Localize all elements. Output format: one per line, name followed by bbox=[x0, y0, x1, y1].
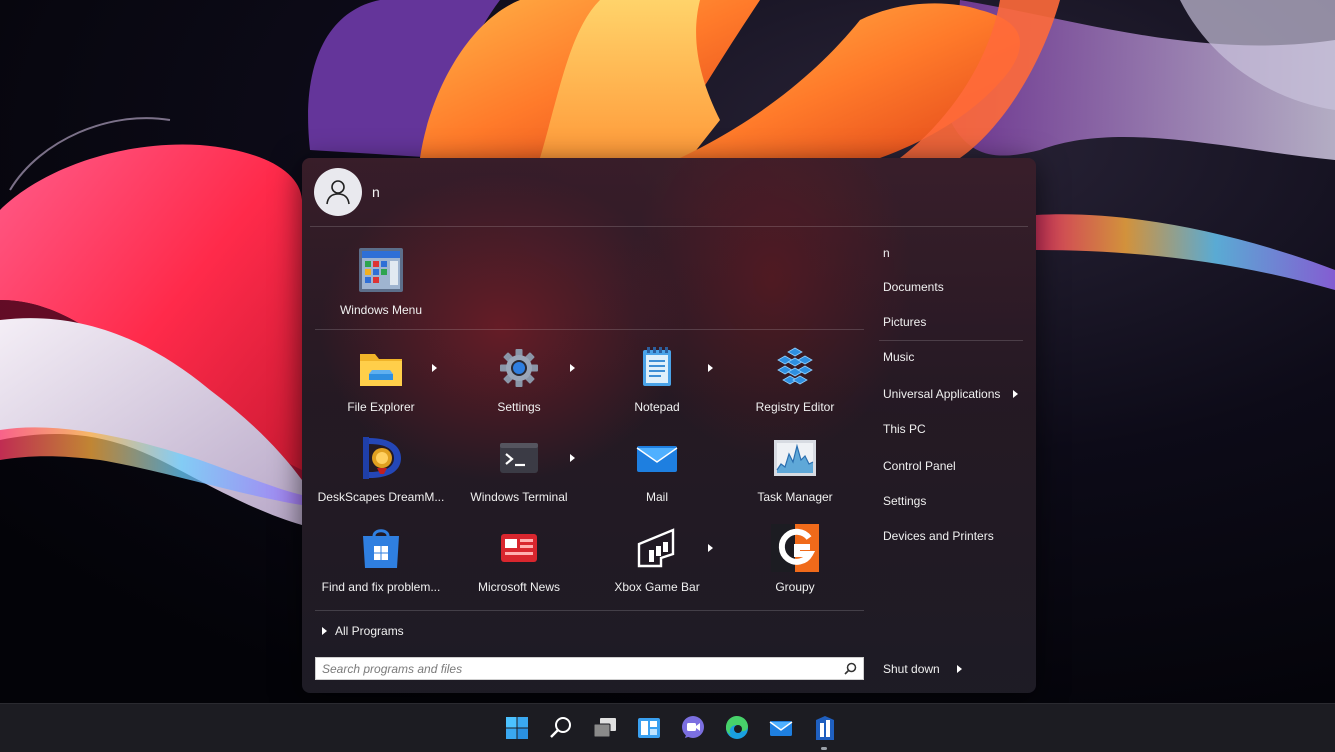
notepad-icon bbox=[643, 347, 671, 386]
start-menu: n Windows Menu File Explorer Settings No… bbox=[302, 158, 1036, 693]
pinned-divider bbox=[315, 329, 864, 330]
mail-icon[interactable] bbox=[767, 714, 795, 742]
app-groupy[interactable]: Groupy bbox=[728, 524, 862, 602]
search-icon[interactable] bbox=[547, 714, 575, 742]
teams-chat-icon[interactable] bbox=[679, 714, 707, 742]
app-label: File Explorer bbox=[347, 400, 415, 414]
search-box[interactable] bbox=[315, 657, 864, 680]
sidebar-item-devices-and-printers[interactable]: Devices and Printers bbox=[883, 529, 1023, 543]
shutdown-button[interactable]: Shut down bbox=[883, 662, 940, 676]
app-windows-terminal[interactable]: Windows Terminal bbox=[452, 434, 586, 512]
task-manager-icon bbox=[774, 440, 816, 476]
start-icon[interactable] bbox=[503, 714, 531, 742]
expand-arrow-icon bbox=[322, 626, 327, 635]
apps-divider bbox=[315, 610, 864, 611]
user-avatar[interactable] bbox=[314, 168, 362, 216]
registry-icon bbox=[777, 347, 813, 385]
store-icon bbox=[363, 529, 399, 568]
app-label: Notepad bbox=[634, 400, 680, 414]
search-input[interactable] bbox=[322, 660, 832, 677]
sidebar-item-universal-applications[interactable]: Universal Applications bbox=[883, 387, 1023, 401]
all-programs-label: All Programs bbox=[335, 624, 404, 638]
app-label: Settings bbox=[497, 400, 541, 414]
groupy-icon bbox=[771, 524, 819, 572]
user-name[interactable]: n bbox=[372, 184, 380, 200]
app-label: DeskScapes DreamM... bbox=[317, 490, 445, 504]
app-registry-editor[interactable]: Registry Editor bbox=[728, 344, 862, 422]
mail-icon bbox=[636, 446, 678, 472]
terminal-icon bbox=[500, 443, 538, 473]
app-notepad[interactable]: Notepad bbox=[590, 344, 724, 422]
windows-menu-icon bbox=[359, 248, 403, 292]
running-indicator bbox=[821, 747, 827, 750]
deskscapes-icon bbox=[363, 437, 401, 479]
submenu-arrow-icon[interactable] bbox=[708, 544, 713, 552]
windows-menu-label: Windows Menu bbox=[339, 303, 423, 317]
submenu-arrow-icon[interactable] bbox=[1013, 390, 1018, 398]
submenu-arrow-icon[interactable] bbox=[432, 364, 437, 372]
app-label: Xbox Game Bar bbox=[614, 580, 700, 594]
gear-icon bbox=[500, 349, 538, 387]
app-label: Windows Terminal bbox=[470, 490, 568, 504]
start11-icon[interactable] bbox=[811, 714, 839, 742]
app-mail[interactable]: Mail bbox=[590, 434, 724, 512]
sidebar-item-settings[interactable]: Settings bbox=[883, 494, 1023, 508]
shutdown-options-arrow-icon[interactable] bbox=[957, 665, 962, 673]
app-label: Groupy bbox=[775, 580, 815, 594]
app-microsoft-news[interactable]: Microsoft News bbox=[452, 524, 586, 602]
app-deskscapes[interactable]: DeskScapes DreamM... bbox=[314, 434, 448, 512]
app-label: Registry Editor bbox=[755, 400, 835, 414]
news-icon bbox=[501, 534, 537, 562]
sidebar-item-control-panel[interactable]: Control Panel bbox=[883, 459, 1023, 473]
widgets-icon[interactable] bbox=[635, 714, 663, 742]
submenu-arrow-icon[interactable] bbox=[570, 454, 575, 462]
sidebar-item-this-pc[interactable]: This PC bbox=[883, 422, 1023, 436]
sidebar-item-documents[interactable]: Documents bbox=[883, 280, 1023, 294]
sidebar-item-user-folder[interactable]: n bbox=[883, 246, 1023, 260]
app-find-and-fix[interactable]: Find and fix problem... bbox=[314, 524, 448, 602]
sidebar-item-music[interactable]: Music bbox=[883, 350, 1023, 364]
app-label: Find and fix problem... bbox=[321, 580, 441, 594]
windows-menu-item[interactable]: Windows Menu bbox=[314, 246, 448, 324]
submenu-arrow-icon[interactable] bbox=[708, 364, 713, 372]
app-settings[interactable]: Settings bbox=[452, 344, 586, 422]
user-icon bbox=[326, 180, 350, 205]
app-label: Task Manager bbox=[757, 490, 833, 504]
xbox-game-bar-icon bbox=[637, 528, 675, 568]
app-task-manager[interactable]: Task Manager bbox=[728, 434, 862, 512]
app-file-explorer[interactable]: File Explorer bbox=[314, 344, 448, 422]
app-label: Mail bbox=[645, 490, 668, 504]
sidebar-item-pictures[interactable]: Pictures bbox=[883, 315, 1023, 329]
task-view-icon[interactable] bbox=[591, 714, 619, 742]
app-xbox-game-bar[interactable]: Xbox Game Bar bbox=[590, 524, 724, 602]
taskbar bbox=[0, 703, 1335, 752]
header-divider bbox=[310, 226, 1028, 227]
folder-icon bbox=[360, 354, 402, 386]
all-programs-button[interactable]: All Programs bbox=[322, 624, 404, 638]
submenu-arrow-icon[interactable] bbox=[570, 364, 575, 372]
sidebar-divider bbox=[879, 340, 1023, 341]
edge-icon[interactable] bbox=[723, 714, 751, 742]
app-label: Microsoft News bbox=[477, 580, 560, 594]
search-icon[interactable] bbox=[844, 662, 857, 675]
